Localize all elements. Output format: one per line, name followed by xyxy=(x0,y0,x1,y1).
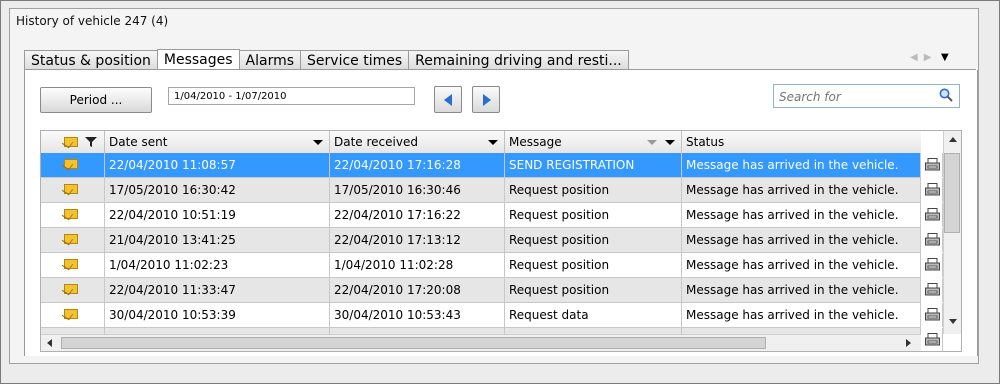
table-header: Date sent Date received Message Status xyxy=(41,131,921,154)
cell-date-received: 22/04/2010 17:16:22 xyxy=(330,203,505,227)
cell-message: Request position xyxy=(505,253,682,277)
cell-date-sent: 17/05/2010 16:30:42 xyxy=(105,178,330,202)
envelope-icon xyxy=(64,234,78,244)
tab-alarms[interactable]: Alarms xyxy=(238,50,302,70)
header-message-label: Message xyxy=(509,135,562,149)
tab-bar: Status & position Messages Alarms Servic… xyxy=(24,49,629,71)
messages-table: Date sent Date received Message Status 2… xyxy=(40,130,962,352)
cell-date-sent: 1/04/2010 11:02:23 xyxy=(105,253,330,277)
envelope-icon xyxy=(64,184,78,194)
tab-service-times[interactable]: Service times xyxy=(300,50,410,70)
cell-date-received: 30/04/2010 10:53:43 xyxy=(330,303,505,327)
period-button[interactable]: Period ... xyxy=(40,87,152,113)
cell-message: SEND REGISTRATION xyxy=(505,153,682,177)
header-date-received[interactable]: Date received xyxy=(330,131,505,153)
cell-date-sent: 30/04/2010 10:53:39 xyxy=(105,303,330,327)
column-menu-icon xyxy=(665,140,675,145)
table-row[interactable]: 21/04/2010 13:41:25 22/04/2010 17:13:12 Re… xyxy=(41,228,943,253)
header-message[interactable]: Message xyxy=(505,131,682,153)
header-date-received-label: Date received xyxy=(334,135,418,149)
header-date-sent[interactable]: Date sent xyxy=(105,131,330,153)
horizontal-scrollbar[interactable] xyxy=(41,334,921,351)
cell-status: Message has arrived in the vehicle. xyxy=(682,203,921,227)
table-row[interactable]: 22/04/2010 10:51:19 22/04/2010 17:16:22 Re… xyxy=(41,203,943,228)
search-icon[interactable] xyxy=(939,88,953,102)
cell-date-received: 22/04/2010 17:13:12 xyxy=(330,228,505,252)
arrow-left-icon xyxy=(444,94,452,106)
cell-date-sent: 21/04/2010 13:41:25 xyxy=(105,228,330,252)
cell-status: Message has arrived in the vehicle. xyxy=(682,253,921,277)
envelope-icon xyxy=(64,159,78,169)
cell-status: Message has arrived in the vehicle. xyxy=(682,278,921,302)
arrow-right-icon xyxy=(483,94,491,106)
cell-date-received: 1/04/2010 11:02:28 xyxy=(330,253,505,277)
sort-desc-icon xyxy=(488,140,498,145)
envelope-icon xyxy=(64,209,78,219)
table-body: 22/04/2010 11:08:57 22/04/2010 17:16:28 SE… xyxy=(41,153,943,351)
header-status[interactable]: Status xyxy=(682,131,921,153)
vertical-scroll-thumb[interactable] xyxy=(944,153,960,233)
cell-message: Request data xyxy=(505,303,682,327)
tab-list-dropdown-icon[interactable]: ▼ xyxy=(941,52,949,63)
horizontal-scroll-thumb[interactable] xyxy=(61,337,766,349)
tab-scroll-left-icon[interactable]: ◀ xyxy=(910,52,918,63)
cell-status: Message has arrived in the vehicle. xyxy=(682,303,921,327)
search-box xyxy=(773,84,960,108)
scroll-down-icon[interactable] xyxy=(949,319,957,324)
cell-icons xyxy=(41,153,105,177)
scroll-up-icon[interactable] xyxy=(949,137,957,142)
cell-icons xyxy=(41,303,105,327)
cell-date-sent: 22/04/2010 11:33:47 xyxy=(105,278,330,302)
cell-icons xyxy=(41,228,105,252)
cell-status: Message has arrived in the vehicle. xyxy=(682,178,921,202)
filter-icon[interactable] xyxy=(85,136,97,148)
header-status-label: Status xyxy=(686,135,725,149)
next-period-button[interactable] xyxy=(472,86,500,113)
cell-icons xyxy=(41,278,105,302)
cell-icons xyxy=(41,253,105,277)
envelope-icon xyxy=(64,259,78,269)
cell-date-received: 22/04/2010 17:16:28 xyxy=(330,153,505,177)
tab-remaining-driving[interactable]: Remaining driving and resti... xyxy=(408,50,629,70)
table-row[interactable]: 1/04/2010 11:02:23 1/04/2010 11:02:28 Requ… xyxy=(41,253,943,278)
table-row[interactable]: 17/05/2010 16:30:42 17/05/2010 16:30:46 Re… xyxy=(41,178,943,203)
vertical-scrollbar[interactable] xyxy=(923,131,961,351)
cell-icons xyxy=(41,178,105,202)
header-icons[interactable] xyxy=(41,131,105,153)
scroll-right-icon[interactable] xyxy=(906,339,911,347)
table-row[interactable]: 22/04/2010 11:08:57 22/04/2010 17:16:28 SE… xyxy=(41,153,943,178)
cell-date-sent: 22/04/2010 10:51:19 xyxy=(105,203,330,227)
scroll-left-icon[interactable] xyxy=(47,339,52,347)
envelope-icon xyxy=(64,284,78,294)
previous-period-button[interactable] xyxy=(434,86,462,113)
cell-date-sent: 22/04/2010 11:08:57 xyxy=(105,153,330,177)
cell-message: Request position xyxy=(505,203,682,227)
cell-date-received: 22/04/2010 17:20:08 xyxy=(330,278,505,302)
sort-desc-icon xyxy=(313,140,323,145)
date-range-display: 1/04/2010 - 1/07/2010 xyxy=(168,87,415,105)
cell-status: Message has arrived in the vehicle. xyxy=(682,153,921,177)
tab-status-position[interactable]: Status & position xyxy=(24,50,158,70)
cell-message: Request position xyxy=(505,278,682,302)
cell-status: Message has arrived in the vehicle. xyxy=(682,228,921,252)
cell-message: Request position xyxy=(505,228,682,252)
header-date-sent-label: Date sent xyxy=(109,135,168,149)
tab-scroll-right-icon[interactable]: ▶ xyxy=(924,52,932,63)
window-title: History of vehicle 247 (4) xyxy=(16,14,169,28)
search-input[interactable] xyxy=(777,86,931,108)
cell-date-received: 17/05/2010 16:30:46 xyxy=(330,178,505,202)
cell-message: Request position xyxy=(505,178,682,202)
table-row[interactable]: 22/04/2010 11:33:47 22/04/2010 17:20:08 Re… xyxy=(41,278,943,303)
tab-messages[interactable]: Messages xyxy=(156,49,240,71)
envelope-icon xyxy=(64,137,78,147)
table-row[interactable]: 30/04/2010 10:53:39 30/04/2010 10:53:43 Re… xyxy=(41,303,943,328)
sort-hint-icon xyxy=(647,140,657,145)
tab-scroll-arrows: ◀ ▶ xyxy=(910,52,931,63)
cell-icons xyxy=(41,203,105,227)
envelope-icon xyxy=(64,309,78,319)
